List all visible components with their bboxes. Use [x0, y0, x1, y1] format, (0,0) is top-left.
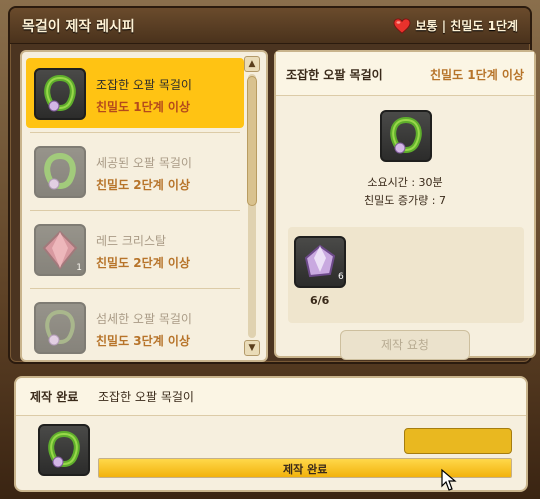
scroll-down-button[interactable]: ▼ [244, 340, 260, 356]
red-crystal-icon: 1 [34, 224, 86, 276]
detail-item-name: 조잡한 오팔 목걸이 [286, 68, 383, 82]
divider [30, 132, 240, 133]
confirm-button[interactable] [404, 428, 512, 454]
opal-necklace-icon [380, 110, 432, 162]
recipe-item-requirement: 친밀도 3단계 이상 [96, 334, 190, 348]
item-quantity: 1 [76, 263, 82, 273]
recipe-item-name: 섬세한 오팔 목걸이 [96, 312, 192, 326]
list-scrollbar[interactable]: ▲ ▼ [244, 56, 260, 356]
divider [30, 210, 240, 211]
progress-label: 제작 완료 [283, 463, 328, 476]
recipe-item-name: 조잡한 오팔 목걸이 [96, 78, 192, 92]
recipe-item-delicate-opal-necklace[interactable]: 섬세한 오팔 목걸이 친밀도 3단계 이상 [26, 292, 244, 360]
recipe-item-refined-opal-necklace[interactable]: 세공된 오팔 목걸이 친밀도 2단계 이상 [26, 136, 244, 206]
triangle-up-icon: ▲ [248, 59, 256, 69]
complete-tag: 제작 완료 [30, 390, 79, 404]
recipe-item-requirement: 친밀도 1단계 이상 [96, 100, 190, 114]
affinity-status: 보통 | 친밀도 1단계 [393, 17, 518, 34]
scroll-thumb[interactable] [247, 76, 257, 206]
heart-icon [393, 17, 411, 34]
material-quantity: 6 [338, 272, 344, 282]
affinity-gain: 친밀도 증가량 : 7 [364, 194, 446, 207]
craft-request-button[interactable]: 제작 요청 [340, 330, 470, 360]
recipe-item-requirement: 친밀도 2단계 이상 [96, 256, 190, 270]
opal-necklace-icon [38, 424, 90, 476]
material-count: 6/6 [310, 294, 330, 307]
recipe-item-crude-opal-necklace[interactable]: 조잡한 오팔 목걸이 친밀도 1단계 이상 [26, 58, 244, 128]
recipe-item-requirement: 친밀도 2단계 이상 [96, 178, 190, 192]
complete-header: 제작 완료 조잡한 오팔 목걸이 [16, 378, 526, 416]
triangle-down-icon: ▼ [248, 343, 256, 353]
complete-item-name: 조잡한 오팔 목걸이 [98, 390, 194, 404]
mouse-cursor-icon [436, 468, 460, 496]
opal-necklace-icon [34, 68, 86, 120]
opal-necklace-icon [34, 146, 86, 198]
window-title: 목걸이 제작 레시피 [22, 19, 135, 35]
opal-necklace-icon [34, 302, 86, 354]
recipe-list: 조잡한 오팔 목걸이 친밀도 1단계 이상 세공된 오팔 목걸이 친밀도 2단계… [20, 50, 268, 362]
affinity-label: 보통 | 친밀도 1단계 [415, 19, 518, 33]
recipe-detail: 조잡한 오팔 목걸이 친밀도 1단계 이상 소요시간 : 30분 친밀도 증가량… [274, 50, 536, 360]
title-bar: 목걸이 제작 레시피 보통 | 친밀도 1단계 [10, 8, 530, 44]
recipe-item-name: 세공된 오팔 목걸이 [96, 156, 192, 170]
recipe-item-red-crystal[interactable]: 1 레드 크리스탈 친밀도 2단계 이상 [26, 214, 244, 284]
craft-time: 소요시간 : 30분 [367, 176, 443, 189]
detail-header: 조잡한 오팔 목걸이 친밀도 1단계 이상 [276, 52, 534, 96]
recipe-item-name: 레드 크리스탈 [96, 234, 167, 248]
scroll-up-button[interactable]: ▲ [244, 56, 260, 72]
recipe-window: 목걸이 제작 레시피 보통 | 친밀도 1단계 조잡한 오팔 목걸이 친밀도 1… [8, 6, 536, 364]
divider [30, 288, 240, 289]
detail-requirement: 친밀도 1단계 이상 [430, 68, 524, 82]
